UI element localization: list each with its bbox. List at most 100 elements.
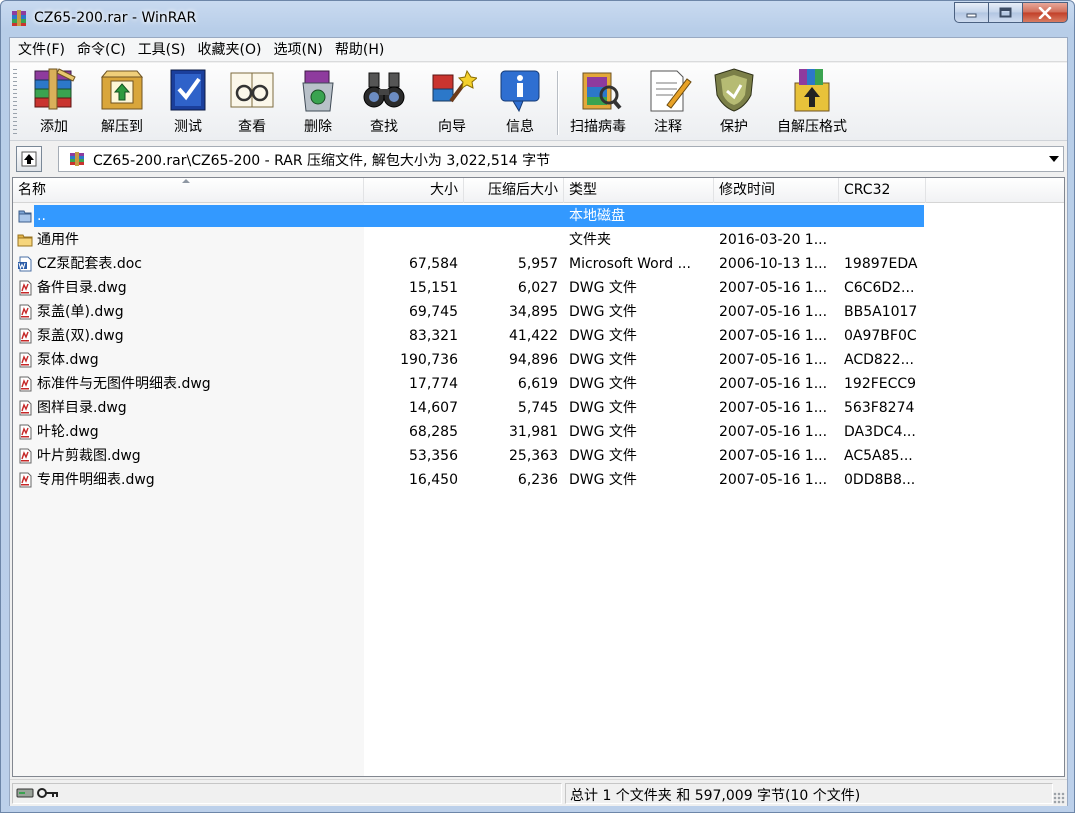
file-crc32: 0A97BF0C — [844, 328, 917, 344]
close-icon — [1038, 6, 1052, 19]
toolbar-grip[interactable] — [13, 69, 17, 135]
file-list[interactable]: 名称 大小 压缩后大小 类型 修改时间 CRC32 .. 本地磁盘 通用件 文件夹 20… — [12, 177, 1065, 777]
file-name: 泵盖(单).dwg — [37, 304, 124, 320]
view-button[interactable]: 查看 — [224, 65, 280, 136]
dwg-file-icon — [19, 424, 32, 440]
find-button[interactable]: 查找 — [356, 65, 412, 136]
resize-grip[interactable] — [1053, 792, 1065, 804]
table-row[interactable]: 泵体.dwg 190,736 94,896 DWG 文件 2007-05-16 1...… — [13, 348, 1064, 372]
table-row[interactable]: 泵盖(双).dwg 83,321 41,422 DWG 文件 2007-05-16 1.… — [13, 324, 1064, 348]
menu-commands[interactable]: 命令(C) — [71, 39, 132, 61]
column-header-size[interactable]: 大小 — [364, 178, 464, 203]
drive-icon[interactable] — [16, 787, 34, 799]
table-row[interactable]: 备件目录.dwg 15,151 6,027 DWG 文件 2007-05-16 1...… — [13, 276, 1064, 300]
menu-tools[interactable]: 工具(S) — [132, 39, 192, 61]
dwg-file-icon — [19, 472, 32, 488]
menu-file[interactable]: 文件(F) — [12, 39, 71, 61]
protect-button[interactable]: 保护 — [706, 65, 762, 136]
file-crc32: 0DD8B8... — [844, 472, 916, 488]
delete-button[interactable]: 删除 — [290, 65, 346, 136]
file-crc32: C6C6D2... — [844, 280, 915, 296]
file-crc32: ACD822... — [844, 352, 914, 368]
table-row[interactable]: CZ泵配套表.doc 67,584 5,957 Microsoft Word ... 2… — [13, 252, 1064, 276]
file-packed-size: 5,745 — [517, 400, 558, 416]
table-row[interactable]: 通用件 文件夹 2016-03-20 1... — [13, 228, 1064, 252]
close-button[interactable] — [1022, 2, 1068, 23]
test-label: 测试 — [174, 119, 202, 135]
up-one-level-button[interactable] — [16, 146, 42, 172]
toolbar: 添加 解压到 测试 查看 删除 查找 向导 信息 扫描病毒 注释 保护 自解压格… — [10, 63, 1067, 141]
table-row[interactable]: 标准件与无图件明细表.dwg 17,774 6,619 DWG 文件 2007-05-1… — [13, 372, 1064, 396]
file-crc32 — [844, 204, 924, 228]
add-button[interactable]: 添加 — [24, 65, 84, 136]
menu-options[interactable]: 选项(N) — [267, 39, 328, 61]
file-name: 叶轮.dwg — [37, 424, 99, 440]
extract-to-icon — [100, 70, 144, 110]
file-type: Microsoft Word ... — [569, 256, 691, 272]
extract-to-button[interactable]: 解压到 — [92, 65, 152, 136]
virus-scan-label: 扫描病毒 — [570, 119, 626, 135]
comment-button[interactable]: 注释 — [640, 65, 696, 136]
file-packed-size — [464, 204, 558, 228]
file-modified: 2007-05-16 1... — [719, 304, 828, 320]
file-size: 17,774 — [409, 376, 458, 392]
file-type: DWG 文件 — [569, 424, 637, 440]
table-row[interactable]: 叶轮.dwg 68,285 31,981 DWG 文件 2007-05-16 1... D… — [13, 420, 1064, 444]
file-crc32: 192FECC9 — [844, 376, 917, 392]
file-size: 14,607 — [409, 400, 458, 416]
table-row[interactable]: 图样目录.dwg 14,607 5,745 DWG 文件 2007-05-16 1...… — [13, 396, 1064, 420]
file-crc32: DA3DC4... — [844, 424, 916, 440]
column-size-label: 大小 — [430, 182, 458, 198]
column-header-crc32[interactable]: CRC32 — [839, 178, 926, 203]
table-row[interactable]: 泵盖(单).dwg 69,745 34,895 DWG 文件 2007-05-16 1.… — [13, 300, 1064, 324]
protect-label: 保护 — [720, 119, 748, 135]
column-header-packed[interactable]: 压缩后大小 — [464, 178, 564, 203]
table-row[interactable]: .. 本地磁盘 — [13, 204, 1064, 228]
parent-folder-icon — [18, 210, 32, 223]
address-row: CZ65-200.rar\CZ65-200 - RAR 压缩文件, 解包大小为 … — [10, 142, 1067, 176]
minimize-icon — [966, 13, 976, 17]
column-header-modified[interactable]: 修改时间 — [714, 178, 839, 203]
title-bar[interactable]: CZ65-200.rar - WinRAR — [1, 1, 1074, 37]
file-packed-size: 5,957 — [517, 256, 558, 272]
file-size: 16,450 — [409, 472, 458, 488]
column-header-type[interactable]: 类型 — [564, 178, 714, 203]
file-name: 泵盖(双).dwg — [37, 328, 124, 344]
window-controls — [954, 2, 1068, 23]
extract-to-label: 解压到 — [101, 119, 143, 135]
test-button[interactable]: 测试 — [160, 65, 216, 136]
wizard-button[interactable]: 向导 — [424, 65, 480, 136]
test-icon — [170, 69, 206, 111]
virus-scan-button[interactable]: 扫描病毒 — [566, 65, 630, 136]
file-size: 190,736 — [400, 352, 458, 368]
minimize-button[interactable] — [954, 2, 988, 23]
file-packed-size: 6,027 — [517, 280, 558, 296]
file-type: 本地磁盘 — [569, 208, 625, 224]
info-label: 信息 — [506, 119, 534, 135]
sfx-label: 自解压格式 — [777, 119, 847, 135]
file-modified: 2007-05-16 1... — [719, 400, 828, 416]
comment-label: 注释 — [654, 119, 682, 135]
file-crc32 — [844, 228, 924, 252]
sfx-button[interactable]: 自解压格式 — [772, 65, 852, 136]
comment-icon — [650, 70, 692, 112]
address-combobox[interactable]: CZ65-200.rar\CZ65-200 - RAR 压缩文件, 解包大小为 … — [58, 146, 1064, 172]
info-button[interactable]: 信息 — [492, 65, 548, 136]
virus-scan-icon — [582, 72, 622, 110]
table-row[interactable]: 专用件明细表.dwg 16,450 6,236 DWG 文件 2007-05-16 1.… — [13, 468, 1064, 492]
client-area: 文件(F) 命令(C) 工具(S) 收藏夹(O) 选项(N) 帮助(H) 添加 — [9, 37, 1068, 806]
view-label: 查看 — [238, 119, 266, 135]
menu-favorites[interactable]: 收藏夹(O) — [192, 39, 268, 61]
key-icon[interactable] — [37, 787, 59, 799]
menu-help[interactable]: 帮助(H) — [329, 39, 390, 61]
maximize-button[interactable] — [988, 2, 1022, 23]
window-title: CZ65-200.rar - WinRAR — [34, 10, 197, 26]
file-packed-size: 41,422 — [509, 328, 558, 344]
file-name: 泵体.dwg — [37, 352, 99, 368]
file-name: 叶片剪裁图.dwg — [37, 448, 141, 464]
chevron-down-icon[interactable] — [1049, 156, 1059, 162]
table-row[interactable]: 叶片剪裁图.dwg 53,356 25,363 DWG 文件 2007-05-16 1.… — [13, 444, 1064, 468]
status-bar: 总计 1 个文件夹 和 597,009 字节(10 个文件) — [10, 779, 1067, 806]
delete-icon — [302, 70, 334, 112]
dwg-file-icon — [19, 400, 32, 416]
